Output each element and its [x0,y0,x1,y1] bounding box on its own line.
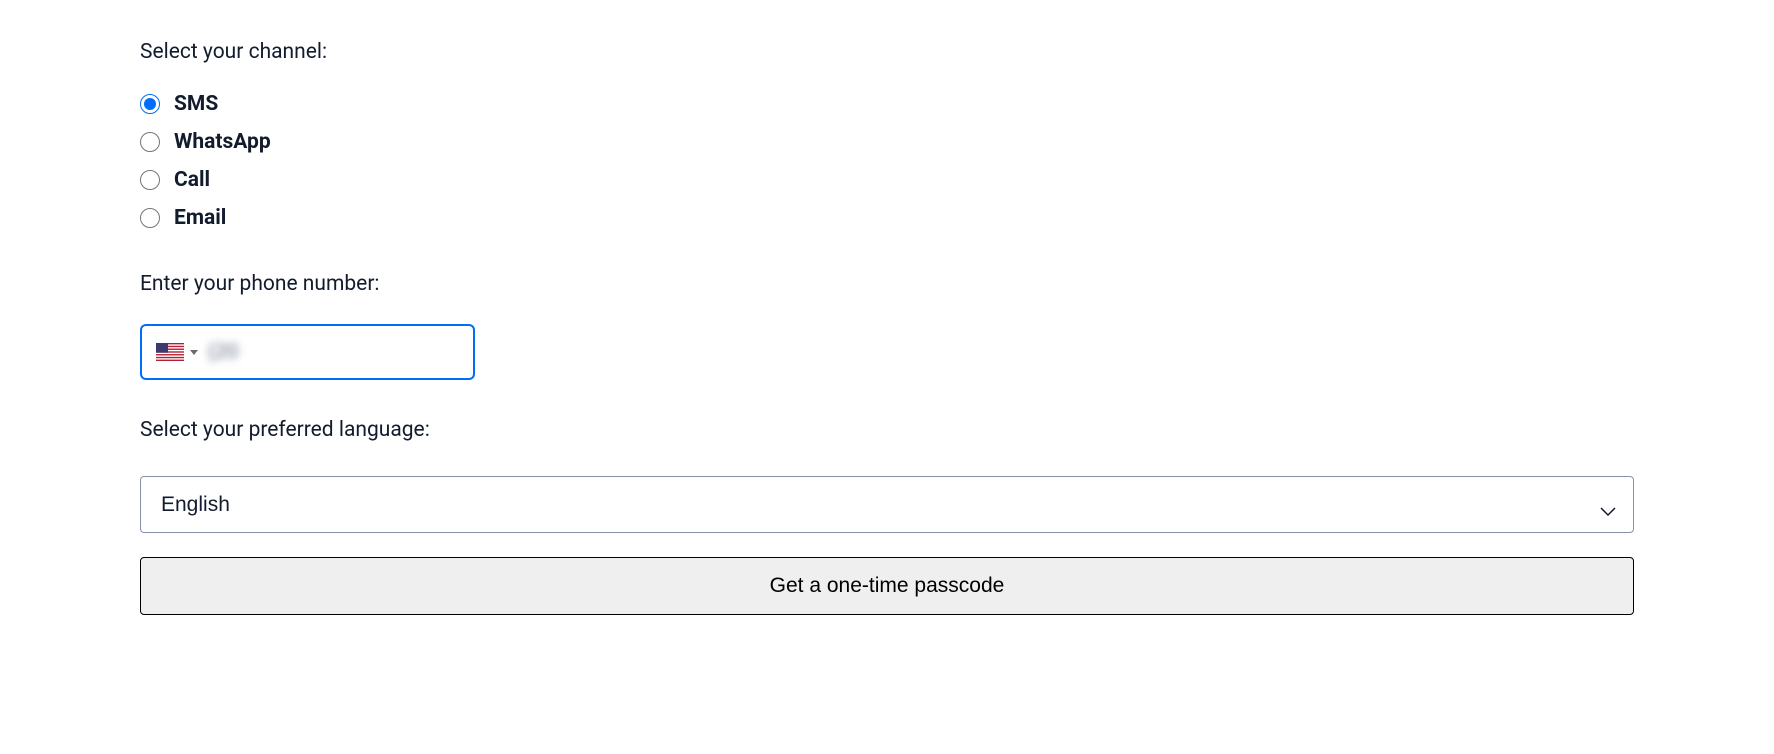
radio-call[interactable] [140,170,160,190]
language-select-wrap: English [140,476,1634,557]
radio-whatsapp[interactable] [140,132,160,152]
language-select[interactable]: English [140,476,1634,533]
channel-option-email[interactable]: Email [140,206,1634,230]
us-flag-icon [156,343,184,361]
channel-option-call[interactable]: Call [140,168,1634,192]
phone-field[interactable] [208,340,459,364]
radio-label-call: Call [174,168,210,192]
channel-label: Select your channel: [140,40,1634,64]
radio-label-sms: SMS [174,92,218,116]
otp-form: Select your channel: SMS WhatsApp Call E… [140,40,1634,615]
language-label: Select your preferred language: [140,418,1634,442]
radio-label-whatsapp: WhatsApp [174,130,271,154]
phone-label: Enter your phone number: [140,272,1634,296]
country-select[interactable] [156,343,198,361]
radio-email[interactable] [140,208,160,228]
get-passcode-button[interactable]: Get a one-time passcode [140,557,1634,615]
radio-sms[interactable] [140,94,160,114]
channel-options: SMS WhatsApp Call Email [140,92,1634,230]
channel-option-whatsapp[interactable]: WhatsApp [140,130,1634,154]
phone-input[interactable] [140,324,475,380]
channel-option-sms[interactable]: SMS [140,92,1634,116]
radio-label-email: Email [174,206,226,230]
caret-down-icon [190,350,198,355]
